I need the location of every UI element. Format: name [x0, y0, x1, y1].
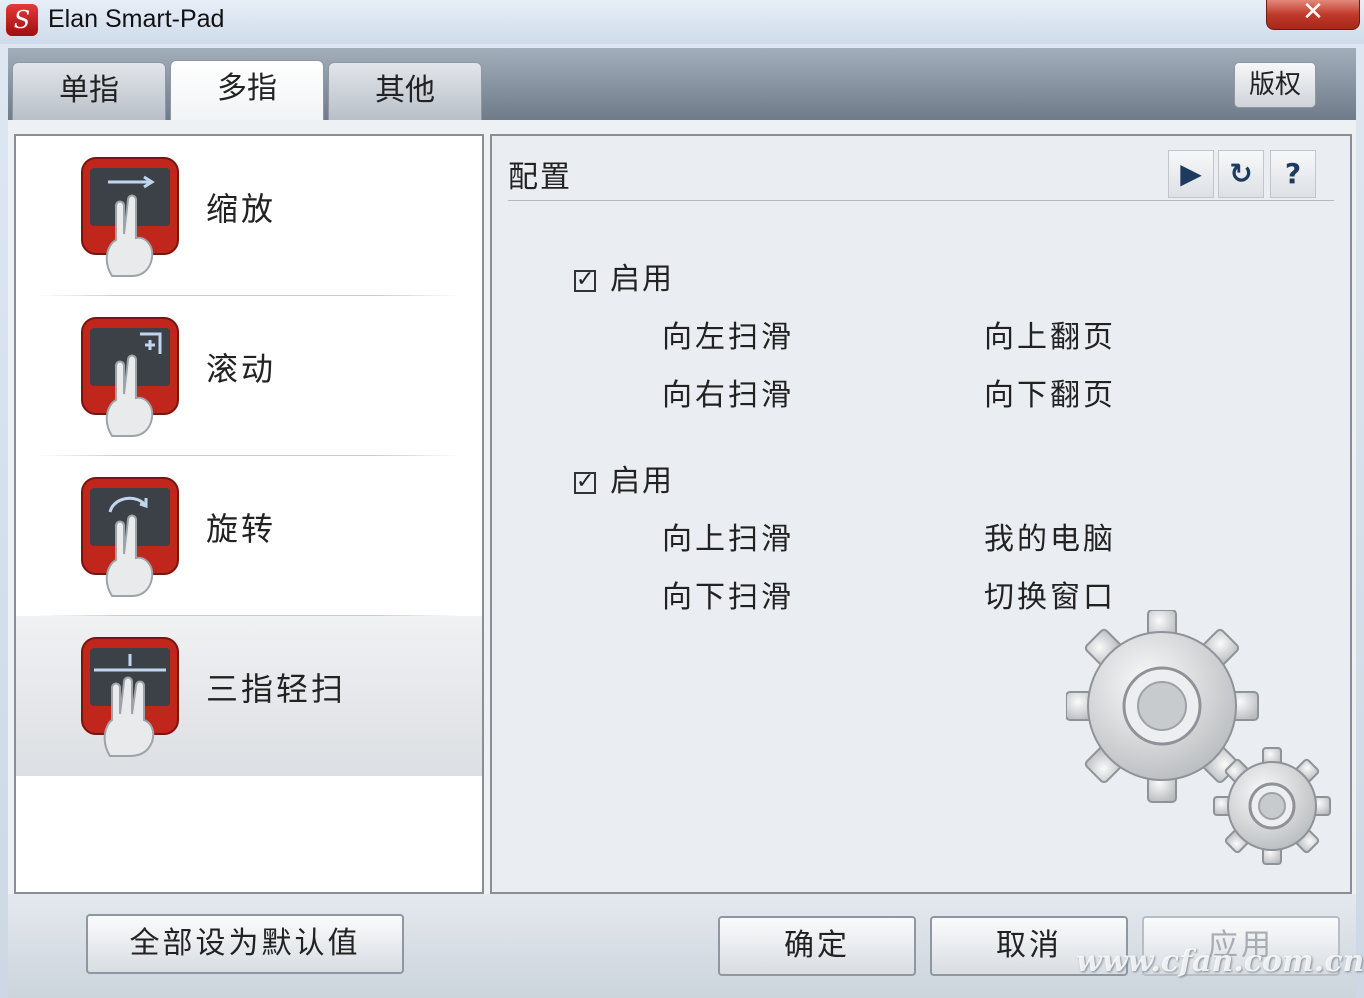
option-label: 向左扫滑	[662, 320, 794, 355]
watermark: www.cfan.com.cn	[1076, 944, 1364, 979]
enable-checkbox-row[interactable]: ✓ 启用	[574, 456, 674, 500]
enable-label: 启用	[610, 262, 674, 297]
option-label: 向右扫滑	[662, 378, 794, 413]
gesture-label: 缩放	[206, 190, 277, 228]
window-title: Elan Smart-Pad	[48, 5, 225, 33]
reset-defaults-button[interactable]: 全部设为默认值	[86, 914, 404, 974]
tab-single-finger[interactable]: 单指	[12, 62, 166, 120]
enable-label: 启用	[610, 464, 674, 499]
scroll-icon	[81, 317, 179, 437]
gesture-label: 旋转	[206, 510, 277, 548]
play-button[interactable]: ▶	[1168, 150, 1214, 198]
ok-button[interactable]: 确定	[718, 916, 916, 976]
enable-checkbox[interactable]: ✓	[574, 268, 596, 292]
enable-checkbox[interactable]: ✓	[574, 470, 596, 494]
pinch-zoom-icon	[81, 157, 179, 277]
rotate-icon	[81, 477, 179, 597]
refresh-button[interactable]: ↻	[1218, 150, 1264, 198]
gesture-list: 缩放 滚动 旋转 三指轻扫	[14, 134, 484, 894]
app-logo-icon: S	[6, 4, 38, 36]
help-button[interactable]: ?	[1270, 150, 1316, 198]
gears-icon	[1066, 610, 1331, 865]
tab-strip: 单指 多指 其他 版权	[8, 48, 1356, 122]
enable-checkbox-row[interactable]: ✓ 启用	[574, 254, 674, 298]
config-panel: 配置 ▶ ↻ ? ✓ 启用 向左扫滑 向上翻页 向右扫滑 向下翻页 ✓ 启用 向上扫…	[490, 134, 1352, 894]
option-label: 向上扫滑	[662, 522, 794, 557]
option-action[interactable]: 我的电脑	[984, 514, 1116, 558]
tab-multi-finger[interactable]: 多指	[170, 60, 324, 122]
tab-other[interactable]: 其他	[328, 62, 482, 120]
gesture-item-rotate[interactable]: 旋转	[16, 456, 482, 616]
gesture-item-scroll[interactable]: 滚动	[16, 296, 482, 456]
divider	[508, 200, 1334, 201]
gesture-item-zoom[interactable]: 缩放	[16, 136, 482, 296]
gesture-label: 滚动	[206, 350, 277, 388]
option-action[interactable]: 向上翻页	[984, 312, 1116, 356]
copyright-button[interactable]: 版权	[1234, 62, 1316, 108]
gesture-item-three-finger-swipe[interactable]: 三指轻扫	[16, 616, 482, 776]
option-action[interactable]: 向下翻页	[984, 370, 1116, 414]
config-title: 配置	[508, 160, 572, 195]
gesture-label: 三指轻扫	[206, 670, 347, 708]
close-button[interactable]: ✕	[1266, 0, 1360, 30]
three-finger-swipe-icon	[81, 637, 179, 757]
option-label: 向下扫滑	[662, 580, 794, 615]
title-bar: S Elan Smart-Pad ✕	[0, 0, 1364, 44]
main-window: S Elan Smart-Pad ✕ 单指 多指 其他 版权 缩放 滚动 旋转 …	[0, 0, 1364, 998]
